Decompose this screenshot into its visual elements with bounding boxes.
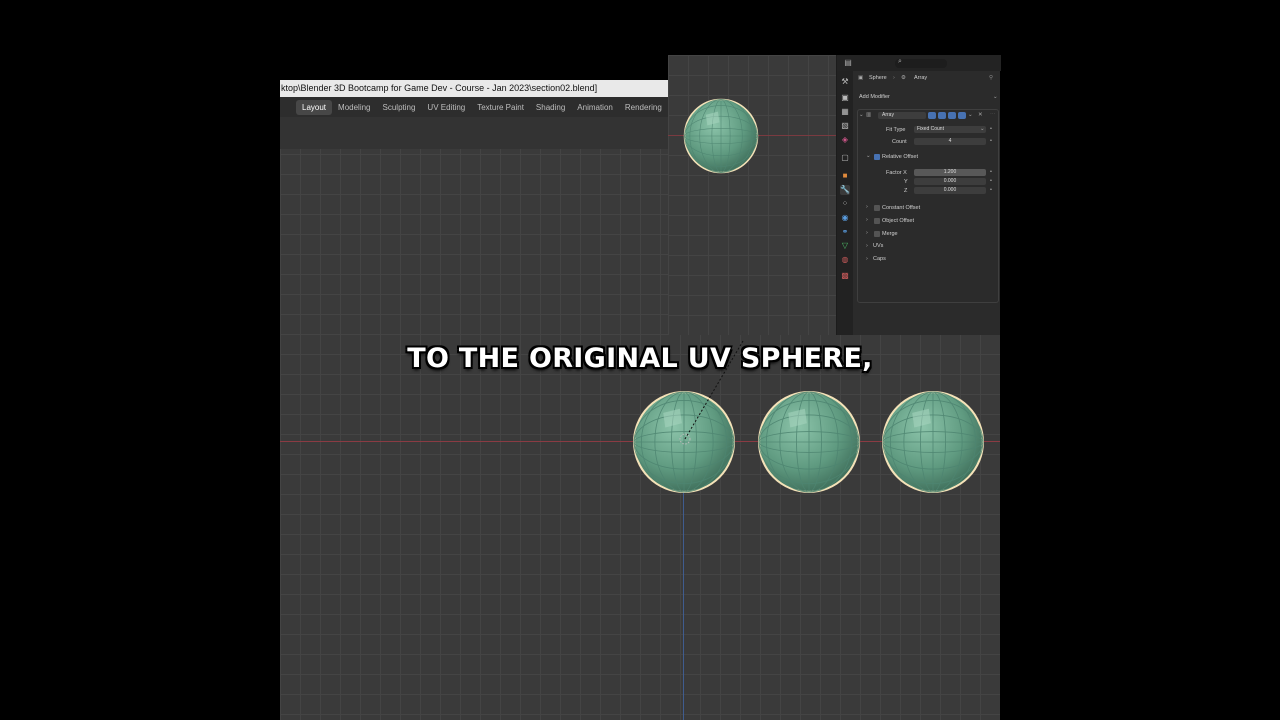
fit-type-label: Fit Type (886, 127, 906, 133)
wrench-icon: ⚙ (901, 75, 906, 81)
factor-z-keyframe-icon[interactable]: • (990, 187, 992, 193)
material-tab-icon[interactable]: ◍ (840, 255, 850, 265)
factor-x-keyframe-icon[interactable]: • (990, 169, 992, 175)
modifier-name-field[interactable]: Array (878, 112, 926, 119)
close-icon[interactable]: ✕ (978, 112, 983, 118)
tab-modeling[interactable]: Modeling (332, 100, 376, 115)
breadcrumb-object: Sphere (869, 75, 887, 81)
add-modifier-button[interactable]: Add Modifier (859, 94, 890, 100)
factor-y-keyframe-icon[interactable]: • (990, 178, 992, 184)
array-modifier-panel: ⌄ ▥ Array ⌄ ✕ ⋯ Fit Type Fixed Count ⌄ •… (857, 109, 999, 303)
texture-tab-icon[interactable]: ▩ (840, 271, 850, 281)
render-toggle-icon[interactable] (958, 112, 966, 119)
tab-uv-editing[interactable]: UV Editing (421, 100, 471, 115)
particles-tab-icon[interactable]: ⁘ (840, 199, 850, 209)
count-field[interactable]: 4 (914, 138, 986, 145)
scene-tab-icon[interactable]: ◈ (840, 135, 850, 145)
window-title: ktop\Blender 3D Bootcamp for Game Dev - … (280, 80, 670, 97)
sphere-array-copy-1[interactable] (757, 390, 861, 494)
caps-chevron-icon[interactable]: › (866, 256, 868, 262)
tab-shading[interactable]: Shading (530, 100, 571, 115)
factor-z-field[interactable]: 0.000 (914, 187, 986, 194)
merge-chevron-icon[interactable]: › (866, 230, 868, 236)
constraints-tab-icon[interactable]: ⚭ (840, 227, 850, 237)
viewport-header (280, 117, 670, 149)
properties-header: ▤ ⌕ (837, 55, 1001, 71)
count-label: Count (892, 139, 907, 145)
properties-tab-column: ⚒ ▣ ▦ ▧ ◈ ▢ ■ 🔧 ⁘ ◉ ⚭ ▽ ◍ ▩ (837, 71, 853, 335)
tool-tab-icon[interactable]: ⚒ (840, 77, 850, 87)
factor-z-label: Z (904, 188, 908, 194)
relative-offset-label: Relative Offset (882, 154, 918, 160)
fit-type-chevron-icon: ⌄ (980, 126, 985, 132)
uvs-chevron-icon[interactable]: › (866, 243, 868, 249)
tab-rendering[interactable]: Rendering (619, 100, 668, 115)
caps-label[interactable]: Caps (873, 256, 886, 262)
modifier-dropdown-icon[interactable]: ⌄ (968, 112, 973, 118)
workspace-tab-bar: Layout Modeling Sculpting UV Editing Tex… (280, 97, 670, 117)
constant-offset-label: Constant Offset (882, 205, 921, 211)
inset-sphere[interactable] (683, 98, 759, 174)
collapse-chevron-icon[interactable]: ⌄ (859, 112, 864, 118)
constant-offset-chevron-icon[interactable]: › (866, 204, 868, 210)
relative-offset-checkbox[interactable] (874, 154, 880, 160)
uvs-label[interactable]: UVs (873, 243, 883, 249)
fit-type-select[interactable]: Fixed Count (914, 126, 986, 133)
properties-content: ▣ Sphere › ⚙ Array ⚲ Add Modifier ⌄ ⌄ ▥ … (855, 71, 1001, 335)
array-modifier-icon: ▥ (866, 112, 872, 118)
drag-handle-icon[interactable]: ⋯ (990, 112, 996, 118)
breadcrumb-chevron-icon: › (893, 75, 895, 81)
count-keyframe-icon[interactable]: • (990, 138, 992, 144)
tab-layout[interactable]: Layout (296, 99, 333, 115)
output-tab-icon[interactable]: ▦ (840, 107, 850, 117)
search-icon: ⌕ (898, 58, 902, 65)
world-tab-icon[interactable]: ▢ (840, 153, 850, 163)
merge-checkbox[interactable] (874, 231, 880, 237)
object-offset-label: Object Offset (882, 218, 914, 224)
data-tab-icon[interactable]: ▽ (840, 241, 850, 251)
object-icon: ▣ (858, 75, 864, 81)
tab-sculpting[interactable]: Sculpting (377, 100, 422, 115)
fit-type-keyframe-icon[interactable]: • (990, 126, 992, 132)
sphere-array-copy-2[interactable] (881, 390, 985, 494)
pin-icon[interactable]: ⚲ (989, 75, 993, 81)
factor-y-label: Y (904, 179, 908, 185)
inset-viewport[interactable] (668, 55, 836, 335)
cage-toggle-icon[interactable] (938, 112, 946, 119)
factor-y-field[interactable]: 0.000 (914, 178, 986, 185)
add-modifier-chevron-icon: ⌄ (993, 94, 998, 100)
properties-panel: ▤ ⌕ ⚒ ▣ ▦ ▧ ◈ ▢ ■ 🔧 ⁘ ◉ ⚭ ▽ ◍ ▩ ▣ Sphere… (836, 55, 1001, 335)
video-subtitle: TO THE ORIGINAL UV SPHERE, (407, 343, 873, 374)
physics-tab-icon[interactable]: ◉ (840, 213, 850, 223)
breadcrumb-modifier: Array (914, 75, 928, 81)
edit-mode-toggle-icon[interactable] (928, 112, 936, 119)
viewport-toggle-icon[interactable] (948, 112, 956, 119)
editor-type-icon[interactable]: ▤ (843, 58, 853, 68)
factor-x-label: Factor X (886, 170, 907, 176)
object-offset-checkbox[interactable] (874, 218, 880, 224)
tab-texture-paint[interactable]: Texture Paint (471, 100, 530, 115)
constant-offset-checkbox[interactable] (874, 205, 880, 211)
tab-animation[interactable]: Animation (571, 100, 619, 115)
render-tab-icon[interactable]: ▣ (840, 93, 850, 103)
factor-x-field[interactable]: 1.200 (914, 169, 986, 176)
relative-offset-chevron-icon[interactable]: ⌄ (866, 153, 871, 159)
view-layer-tab-icon[interactable]: ▧ (840, 121, 850, 131)
modifier-tab-icon[interactable]: 🔧 (840, 185, 850, 195)
object-offset-chevron-icon[interactable]: › (866, 217, 868, 223)
merge-label: Merge (882, 231, 898, 237)
object-tab-icon[interactable]: ■ (840, 171, 850, 181)
